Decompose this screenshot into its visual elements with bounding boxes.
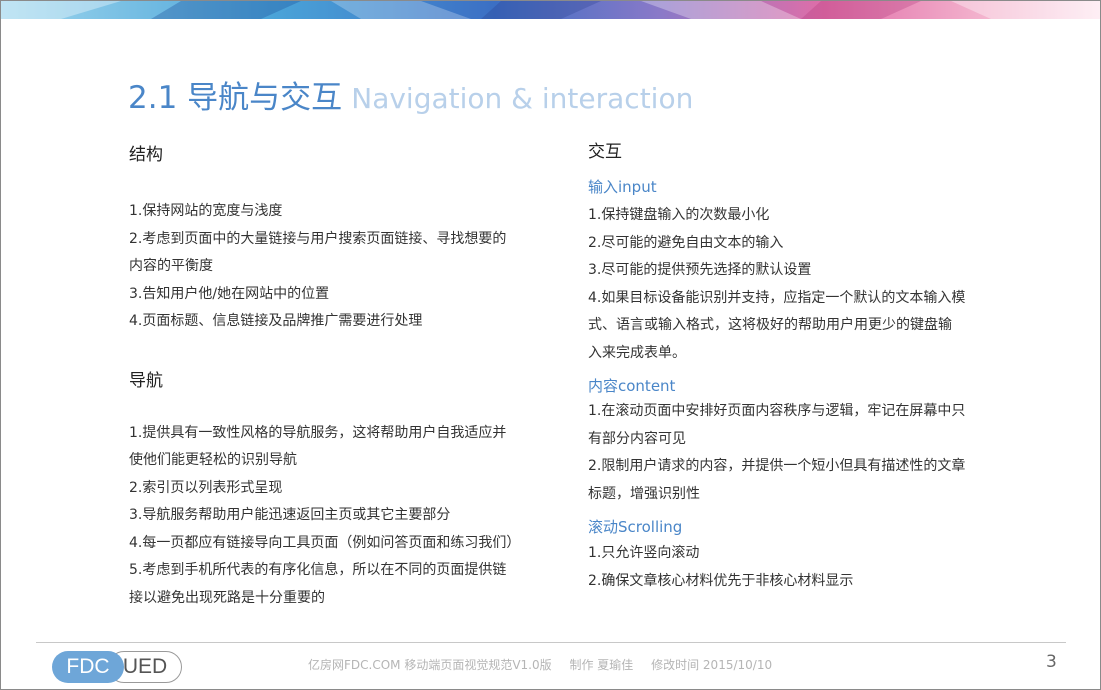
content-item: 有部分内容可见 — [588, 430, 686, 447]
left-column: 结构 1.保持网站的宽度与浅度 2.考虑到页面中的大量链接与用户搜索页面链接、寻… — [129, 140, 559, 612]
content-item: 标题，增强识别性 — [588, 485, 700, 502]
scrolling-item: 2.确保文章核心材料优先于非核心材料显示 — [588, 572, 854, 589]
footer-modified: 修改时间 2015/10/10 — [651, 658, 773, 672]
page-number: 3 — [1046, 652, 1057, 672]
footer-divider — [36, 642, 1066, 643]
structure-item: 内容的平衡度 — [129, 258, 213, 274]
nav-item: 2.索引页以列表形式呈现 — [129, 479, 283, 496]
content-item: 2.限制用户请求的内容，并提供一个短小但具有描述性的文章 — [588, 458, 966, 474]
content-item: 1.在滚动页面中安排好页面内容秩序与逻辑，牢记在屏幕中只 — [588, 403, 966, 419]
logo-fdc: FDC — [52, 651, 124, 683]
interaction-heading: 交互 — [588, 142, 622, 162]
nav-item: 使他们能更轻松的识别导航 — [129, 452, 297, 468]
fdc-ued-logo: UED FDC — [52, 651, 184, 683]
input-item: 3.尽可能的提供预先选择的默认设置 — [588, 262, 812, 278]
footer-site: 亿房网FDC.COM 移动端页面视觉规范V1.0版 — [308, 658, 552, 672]
structure-item: 4.页面标题、信息链接及品牌推广需要进行处理 — [129, 313, 423, 329]
footer-author: 制作 夏瑜佳 — [569, 658, 634, 672]
structure-item: 2.考虑到页面中的大量链接与用户搜索页面链接、寻找想要的 — [129, 230, 507, 247]
page-title-en: Navigation & interaction — [351, 82, 694, 115]
input-item: 1.保持键盘输入的次数最小化 — [588, 207, 770, 223]
input-item: 2.尽可能的避免自由文本的输入 — [588, 234, 784, 251]
structure-item: 3.告知用户他/她在网站中的位置 — [129, 285, 330, 302]
content-heading: 内容content — [588, 377, 676, 395]
top-banner — [1, 1, 1100, 19]
page-title: 2.1 导航与交互 Navigation & interaction — [128, 72, 693, 117]
structure-heading: 结构 — [129, 145, 163, 165]
nav-item: 接以避免出现死路是十分重要的 — [129, 589, 325, 606]
input-item: 4.如果目标设备能识别并支持，应指定一个默认的文本输入模 — [588, 289, 966, 306]
input-item: 入来完成表单。 — [588, 344, 686, 361]
scrolling-heading: 滚动Scrolling — [588, 518, 683, 536]
right-column: 交互 输入input 1.保持键盘输入的次数最小化 2.尽可能的避免自由文本的输… — [588, 137, 1028, 595]
input-heading: 输入input — [588, 178, 657, 196]
input-item: 式、语言或输入格式，这将极好的帮助用户用更少的键盘输 — [588, 317, 952, 333]
page-title-cn: 2.1 导航与交互 — [128, 80, 343, 116]
nav-item: 1.提供具有一致性风格的导航服务，这将帮助用户自我适应并 — [129, 424, 507, 441]
structure-item: 1.保持网站的宽度与浅度 — [129, 203, 283, 219]
footer-info: 亿房网FDC.COM 移动端页面视觉规范V1.0版 制作 夏瑜佳 修改时间 20… — [308, 656, 786, 673]
nav-heading: 导航 — [129, 370, 163, 391]
scrolling-item: 1.只允许竖向滚动 — [588, 545, 700, 561]
nav-item: 5.考虑到手机所代表的有序化信息，所以在不同的页面提供链 — [129, 562, 507, 578]
nav-item: 3.导航服务帮助用户能迅速返回主页或其它主要部分 — [129, 507, 451, 523]
nav-item: 4.每一页都应有链接导向工具页面（例如问答页面和练习我们） — [129, 534, 521, 551]
